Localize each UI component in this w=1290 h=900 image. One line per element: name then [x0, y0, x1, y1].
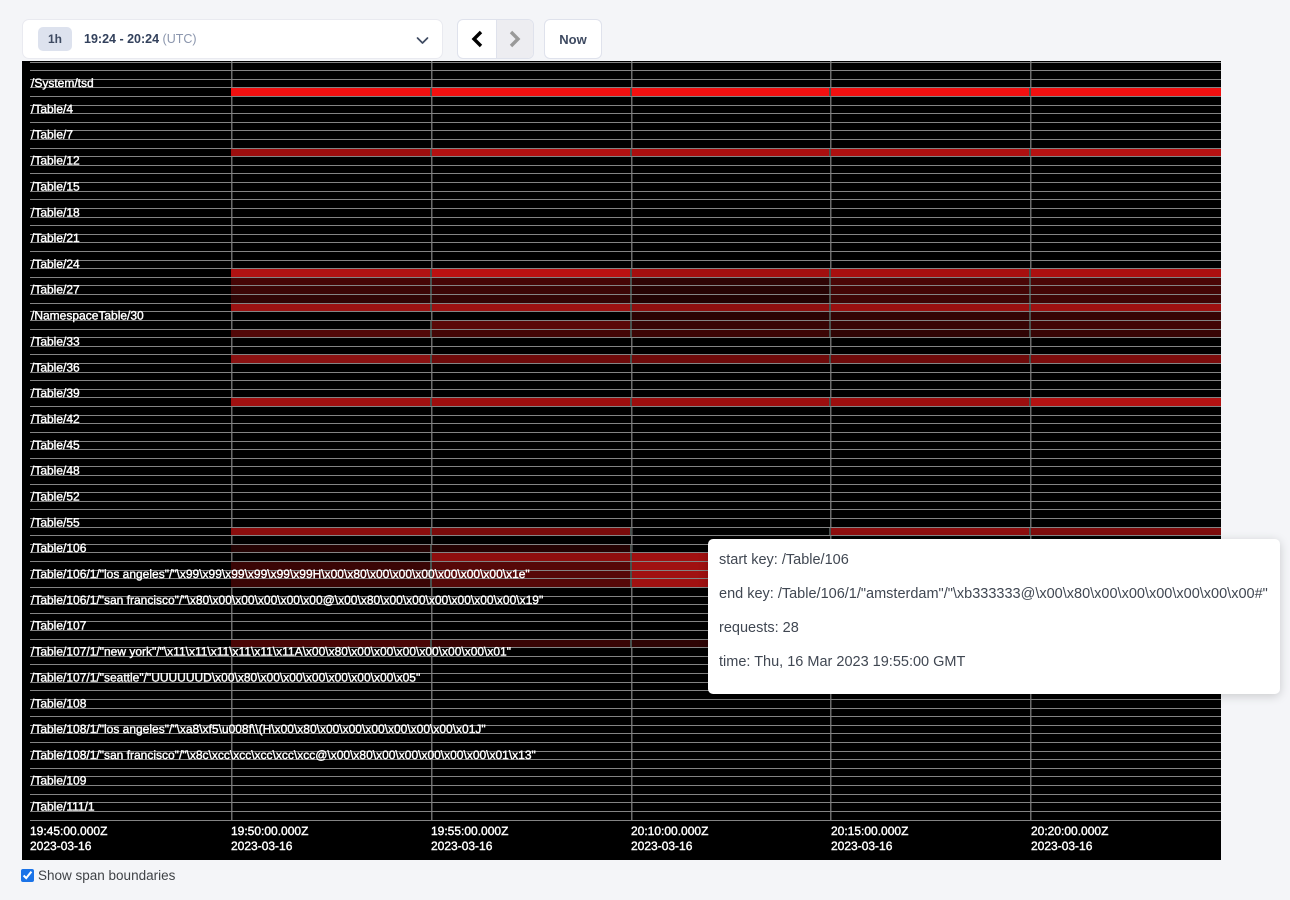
svg-text:/Table/4: /Table/4: [31, 102, 73, 116]
svg-text:/System/tsd: /System/tsd: [31, 76, 94, 90]
svg-text:/Table/108/1/"san francisco"/": /Table/108/1/"san francisco"/"\x8c\xcc\x…: [31, 748, 536, 762]
svg-text:2023-03-16: 2023-03-16: [1031, 839, 1093, 853]
svg-text:2023-03-16: 2023-03-16: [631, 839, 693, 853]
svg-text:/Table/36: /Table/36: [31, 361, 80, 375]
svg-text:/Table/33: /Table/33: [31, 335, 80, 349]
svg-text:/Table/24: /Table/24: [31, 257, 80, 271]
svg-text:/Table/7: /Table/7: [31, 128, 73, 142]
svg-text:2023-03-16: 2023-03-16: [30, 839, 92, 853]
svg-text:/Table/108: /Table/108: [31, 697, 87, 711]
svg-text:/Table/111/1: /Table/111/1: [31, 800, 95, 814]
svg-text:20:10:00.000Z: 20:10:00.000Z: [631, 824, 708, 838]
svg-text:/Table/15: /Table/15: [31, 180, 80, 194]
svg-text:20:15:00.000Z: 20:15:00.000Z: [831, 824, 908, 838]
svg-text:/Table/18: /Table/18: [31, 206, 80, 220]
svg-text:/Table/45: /Table/45: [31, 438, 80, 452]
svg-text:/Table/106/1/"san francisco"/": /Table/106/1/"san francisco"/"\x80\x00\x…: [31, 593, 543, 607]
svg-text:/Table/42: /Table/42: [31, 412, 80, 426]
svg-text:/Table/106/1/"los angeles"/"\x: /Table/106/1/"los angeles"/"\x99\x99\x99…: [31, 567, 530, 581]
svg-text:/Table/12: /Table/12: [31, 154, 80, 168]
svg-text:20:20:00.000Z: 20:20:00.000Z: [1031, 824, 1108, 838]
svg-text:/NamespaceTable/30: /NamespaceTable/30: [31, 309, 144, 323]
svg-text:/Table/48: /Table/48: [31, 464, 80, 478]
svg-text:/Table/55: /Table/55: [31, 516, 80, 530]
svg-text:2023-03-16: 2023-03-16: [831, 839, 893, 853]
svg-text:/Table/21: /Table/21: [31, 231, 80, 245]
svg-text:/Table/108/1/"los angeles"/"\x: /Table/108/1/"los angeles"/"\xa8\xf5\u00…: [31, 722, 486, 736]
svg-text:19:50:00.000Z: 19:50:00.000Z: [231, 824, 308, 838]
svg-text:/Table/39: /Table/39: [31, 386, 80, 400]
svg-text:/Table/107/1/"new york"/"\x11\: /Table/107/1/"new york"/"\x11\x11\x11\x1…: [31, 645, 511, 659]
svg-text:2023-03-16: 2023-03-16: [231, 839, 293, 853]
svg-text:2023-03-16: 2023-03-16: [431, 839, 493, 853]
svg-text:/Table/107: /Table/107: [31, 619, 87, 633]
svg-text:/Table/107/1/"seattle"/"UUUUUU: /Table/107/1/"seattle"/"UUUUUUD\x00\x80\…: [31, 671, 420, 685]
svg-text:/Table/52: /Table/52: [31, 490, 80, 504]
svg-text:/Table/109: /Table/109: [31, 774, 87, 788]
svg-text:19:45:00.000Z: 19:45:00.000Z: [30, 824, 107, 838]
svg-text:19:55:00.000Z: 19:55:00.000Z: [431, 824, 508, 838]
svg-text:/Table/106: /Table/106: [31, 541, 87, 555]
svg-text:/Table/27: /Table/27: [31, 283, 80, 297]
